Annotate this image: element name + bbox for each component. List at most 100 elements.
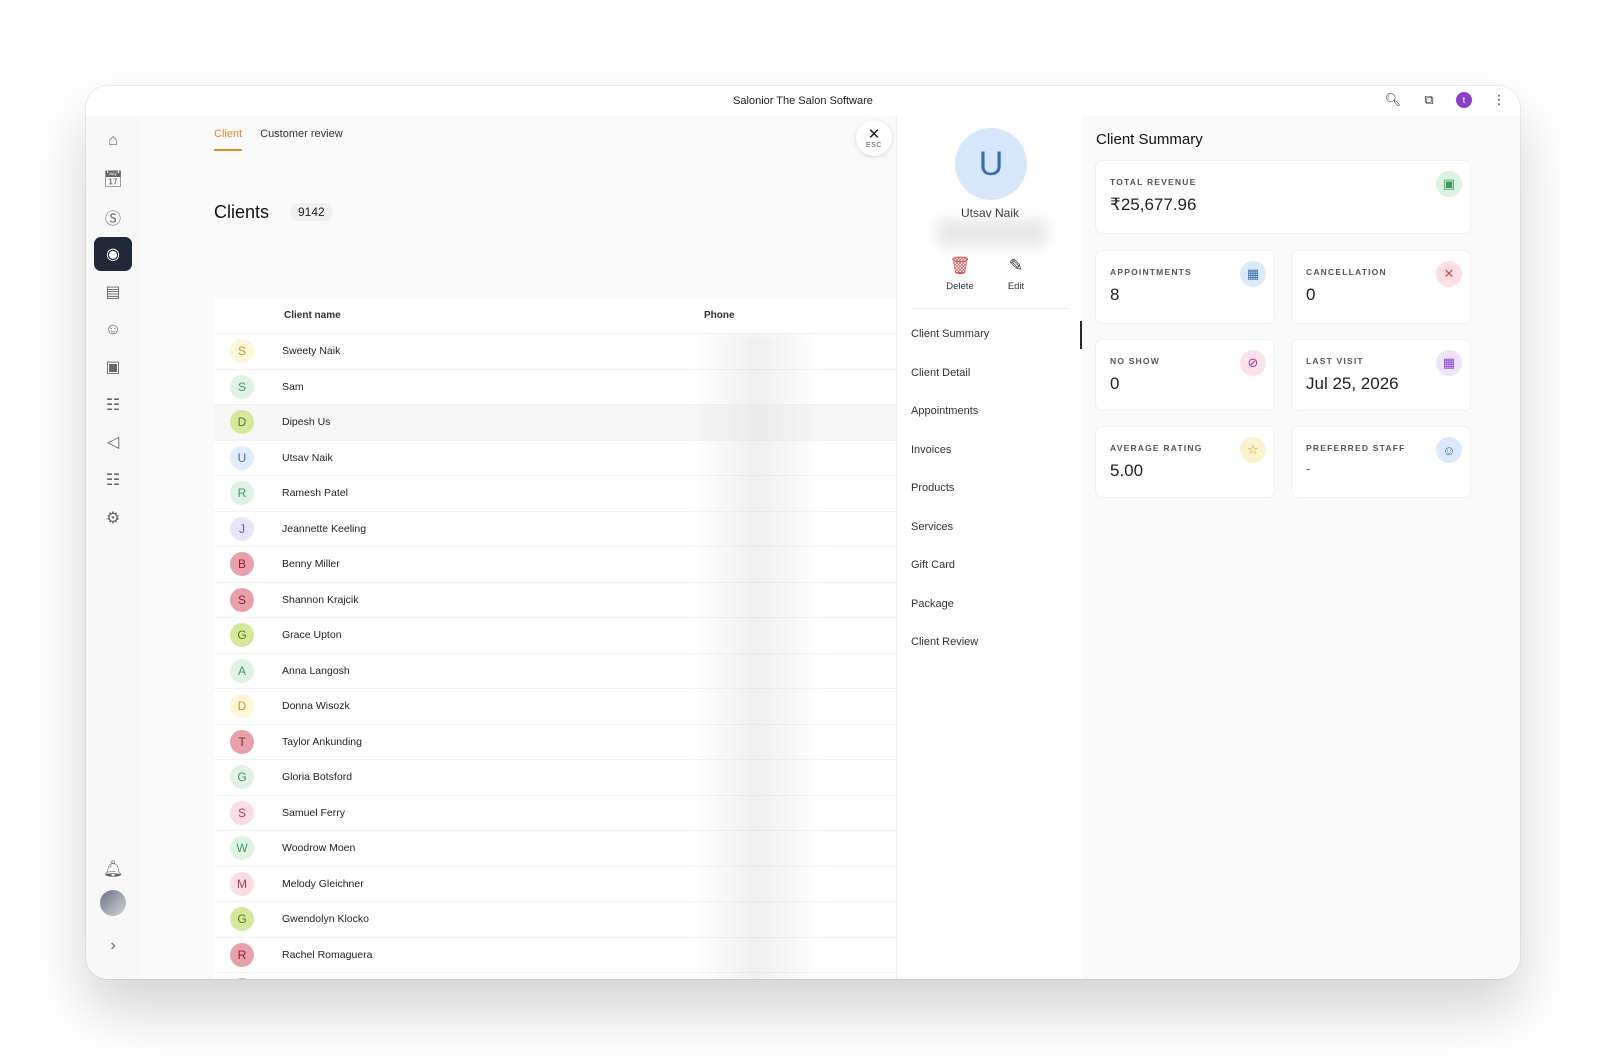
nav-item[interactable]: Appointments — [911, 405, 978, 417]
tab-client[interactable]: Client — [214, 128, 243, 151]
calendar-icon: ▦ — [1240, 261, 1266, 287]
table-header: Client name Phone — [214, 298, 1002, 334]
client-avatar: Y — [230, 978, 254, 979]
table-row[interactable]: J Jeannette Keeling — [214, 512, 1002, 547]
client-avatar: S — [230, 587, 254, 612]
table-row[interactable]: S Shannon Krajcik — [214, 583, 1002, 618]
table-row[interactable]: S Sweety Naik — [214, 334, 1002, 370]
tab-bar: Client Customer review — [214, 128, 343, 151]
card-label: APPOINTMENTS — [1110, 267, 1192, 277]
card-label: CANCELLATION — [1306, 267, 1387, 277]
preferred-staff-card: PREFERRED STAFF - ☺ — [1292, 427, 1470, 497]
more-menu-icon[interactable]: ⋮ — [1490, 92, 1508, 108]
star-icon: ☆ — [1240, 437, 1266, 463]
extension-icon[interactable]: ⧉ — [1420, 92, 1438, 108]
client-count-badge: 9142 — [290, 203, 333, 221]
table-row[interactable]: R Rachel Romaguera — [214, 938, 1002, 973]
client-avatar: M — [230, 871, 254, 896]
average-rating-card: AVERAGE RATING 5.00 ☆ — [1096, 427, 1274, 497]
table-row[interactable]: YYolanda Goodwin — [214, 973, 1002, 979]
apps-icon[interactable]: ☷ — [94, 463, 132, 497]
close-button[interactable]: ✕ ESC — [856, 120, 892, 156]
delete-button[interactable]: 🗑︎ Delete — [935, 256, 985, 292]
nav-item[interactable]: Gift Card — [911, 559, 955, 571]
client-name-cell: Gloria Botsford — [282, 771, 353, 784]
table-row[interactable]: D Donna Wisozk — [214, 689, 1002, 725]
user-avatar[interactable] — [100, 890, 126, 916]
card-label: NO SHOW — [1110, 356, 1160, 366]
edit-label: Edit — [1007, 281, 1025, 292]
cancellation-card: CANCELLATION 0 ✕ — [1292, 251, 1470, 323]
redacted-info — [937, 219, 1047, 247]
profile-avatar[interactable]: t — [1456, 92, 1472, 108]
users-icon[interactable]: ☺ — [94, 313, 132, 347]
nav-item[interactable]: Invoices — [911, 444, 951, 456]
appointments-card: APPOINTMENTS 8 ▦ — [1096, 251, 1274, 323]
table-body: S Sweety Naik S Sam D Dipesh Us U Utsav Naik R Ra… — [214, 334, 1002, 979]
table-row[interactable]: A Anna Langosh — [214, 654, 1002, 689]
client-avatar: G — [230, 907, 254, 932]
client-name-cell: Woodrow Moen — [282, 842, 356, 855]
table-row[interactable]: W Woodrow Moen — [214, 831, 1002, 867]
client-summary-panel: Client Summary TOTAL REVENUE ₹25,677.96 … — [1082, 116, 1520, 979]
table-row[interactable]: R Ramesh Patel — [214, 476, 1002, 512]
table-row[interactable]: G Grace Upton — [214, 618, 1002, 654]
divider — [911, 308, 1069, 309]
card-value: Jul 25, 2026 — [1306, 374, 1399, 393]
clients-table: Client name Phone S Sweety Naik S Sam D Dipes… — [214, 298, 1002, 979]
nav-item[interactable]: Package — [911, 598, 954, 610]
client-avatar: S — [230, 374, 254, 399]
column-phone[interactable]: Phone — [704, 310, 735, 321]
home-icon[interactable]: ⌂ — [94, 124, 132, 158]
bell-icon[interactable]: 🔔︎ — [94, 852, 132, 886]
cash-icon: ▣ — [1436, 171, 1462, 197]
cash-icon[interactable]: ▣ — [94, 350, 132, 384]
table-row[interactable]: G Gloria Botsford — [214, 760, 1002, 796]
nav-item[interactable]: Client Summary — [911, 328, 989, 340]
card-value: - — [1306, 461, 1311, 476]
client-avatar: D — [230, 410, 254, 435]
client-name-cell: Sam — [282, 380, 304, 393]
nav-item[interactable]: Products — [911, 482, 954, 494]
client-avatar: S — [230, 800, 254, 825]
column-client-name[interactable]: Client name — [284, 310, 704, 321]
gear-icon[interactable]: ⚙ — [94, 501, 132, 535]
chevron-right-icon[interactable]: › — [94, 929, 132, 963]
client-avatar: U — [955, 128, 1027, 200]
table-row[interactable]: M Melody Gleichner — [214, 867, 1002, 902]
card-value: 0 — [1110, 374, 1120, 393]
nav-item[interactable]: Client Detail — [911, 367, 970, 379]
client-name-cell: Ramesh Patel — [282, 487, 348, 500]
table-row[interactable]: S Sam — [214, 370, 1002, 405]
megaphone-icon[interactable]: ◁ — [94, 425, 132, 459]
table-row[interactable]: G Gwendolyn Klocko — [214, 902, 1002, 938]
table-row[interactable]: D Dipesh Us — [214, 405, 1002, 441]
client-name-cell: Jeannette Keeling — [282, 522, 367, 535]
table-row[interactable]: S Samuel Ferry — [214, 796, 1002, 831]
table-row[interactable]: B Benny Miller — [214, 547, 1002, 583]
report-icon[interactable]: ☷ — [94, 388, 132, 422]
dollar-icon[interactable]: Ⓢ — [94, 200, 132, 234]
nav-item[interactable]: Services — [911, 521, 953, 533]
archive-icon[interactable]: ▤ — [94, 275, 132, 309]
tab-customer-review[interactable]: Customer review — [260, 128, 343, 151]
client-name-cell: Rachel Romaguera — [282, 948, 373, 961]
phone-column-blur — [692, 334, 822, 979]
card-value: 8 — [1110, 285, 1120, 304]
app-window: Salonior The Salon Software 🔍︎ ⧉ t ⋮ ⌂ 📅… — [86, 86, 1520, 979]
client-avatar: B — [230, 552, 254, 577]
client-name: Utsav Naik — [960, 206, 1019, 220]
client-avatar: R — [230, 942, 254, 967]
client-name-cell: Gwendolyn Klocko — [282, 913, 369, 926]
table-row[interactable]: T Taylor Ankunding — [214, 725, 1002, 760]
esc-hint: ESC — [866, 142, 882, 149]
edit-button[interactable]: ✎ Edit — [991, 256, 1041, 292]
table-row[interactable]: U Utsav Naik — [214, 441, 1002, 476]
nav-item[interactable]: Client Review — [911, 636, 978, 648]
zoom-icon[interactable]: 🔍︎ — [1384, 92, 1402, 108]
calendar-icon[interactable]: 📅︎ — [94, 162, 132, 196]
client-avatar: G — [230, 623, 254, 648]
client-icon[interactable]: ◉ — [94, 237, 132, 271]
client-name-cell: Sweety Naik — [282, 345, 341, 358]
delete-label: Delete — [946, 281, 974, 292]
